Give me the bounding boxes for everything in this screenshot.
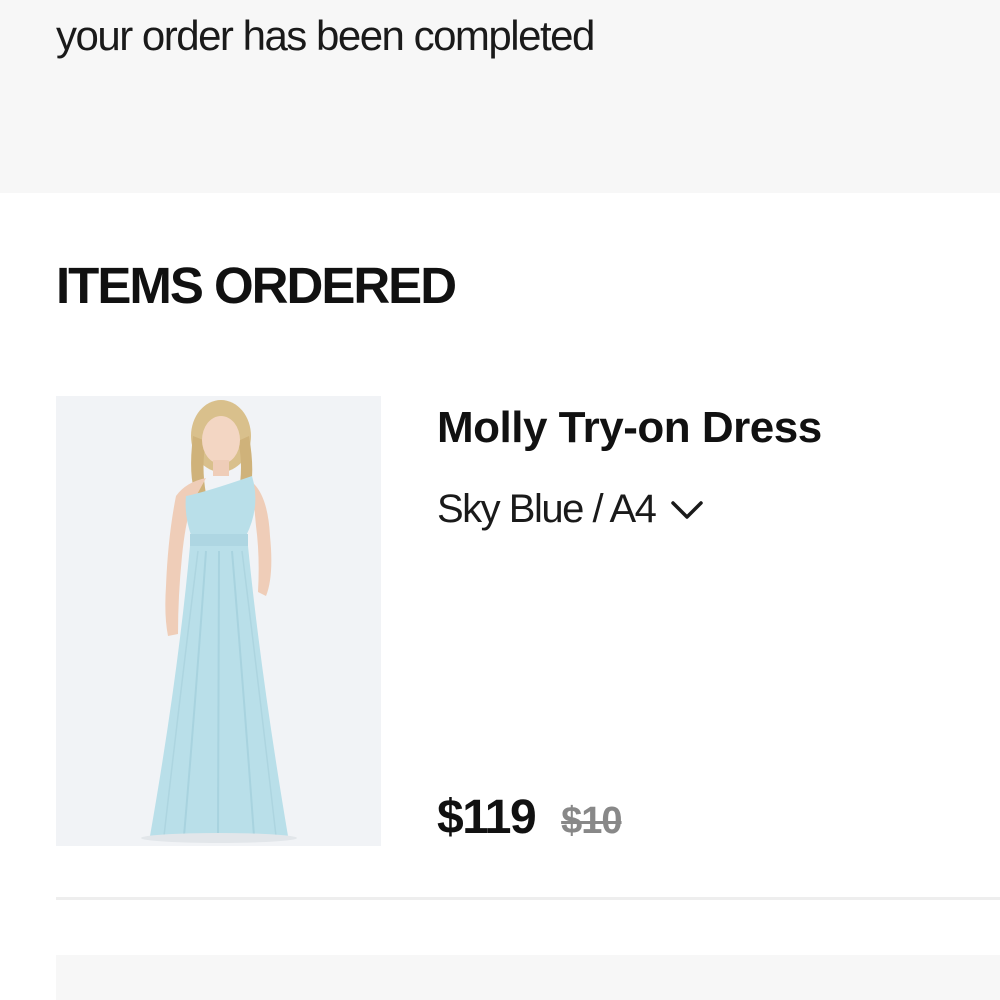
current-price: $119 — [437, 791, 537, 844]
product-image[interactable] — [56, 396, 381, 846]
product-name[interactable]: Molly Try-on Dress — [437, 403, 822, 453]
dress-photo — [56, 396, 381, 846]
original-price: $10 — [561, 800, 622, 842]
items-ordered-heading: ITEMS ORDERED — [56, 257, 457, 314]
order-confirmation-page: your order has been completed ITEMS ORDE… — [0, 0, 1000, 1000]
order-status-banner: your order has been completed — [0, 0, 1000, 193]
variant-label: Sky Blue / A4 — [437, 487, 657, 531]
chevron-down-icon[interactable] — [667, 490, 707, 530]
price-row: $119 $10 — [437, 790, 623, 845]
next-section-panel — [56, 955, 1000, 1000]
variant-selector[interactable]: Sky Blue / A4 — [437, 487, 707, 532]
divider — [56, 897, 1000, 900]
order-complete-message: your order has been completed — [56, 12, 595, 59]
